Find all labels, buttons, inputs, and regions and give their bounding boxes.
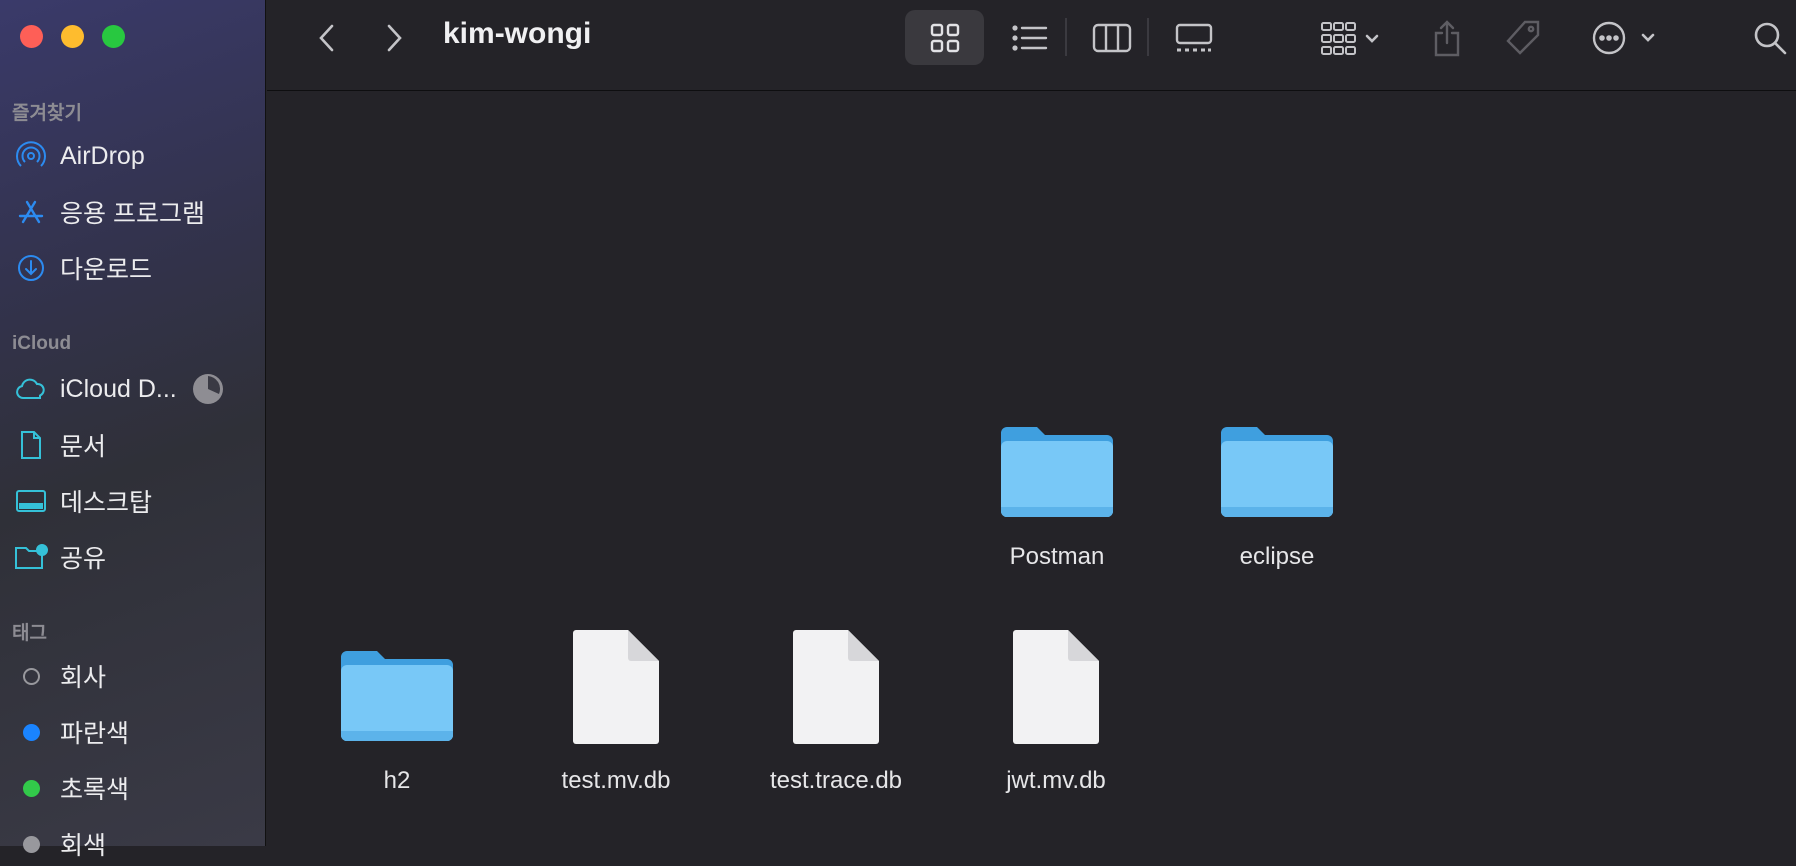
sidebar-item-shared[interactable]: 공유: [14, 535, 257, 579]
more-icon[interactable]: [1584, 0, 1664, 76]
file-name: test.mv.db: [561, 767, 671, 794]
sidebar-tag-gray[interactable]: 회색: [14, 822, 257, 866]
zoom-button[interactable]: [102, 25, 125, 48]
sidebar-item-desktop[interactable]: 데스크탑: [14, 479, 257, 523]
toolbar-divider: [1147, 18, 1149, 56]
file-name: eclipse: [1239, 543, 1315, 570]
icon-view-icon[interactable]: [905, 0, 984, 76]
sidebar-item-label: 회사: [60, 664, 107, 692]
file-item-folder[interactable]: eclipse: [1192, 391, 1362, 571]
sidebar-item-label: 응용 프로그램: [60, 200, 205, 228]
file-name: jwt.mv.db: [1006, 767, 1106, 794]
sidebar-item-label: 데스크탑: [60, 489, 153, 517]
sidebar-item-label: 파란색: [60, 720, 130, 748]
applications-icon: [14, 197, 48, 227]
window-title: kim-wongi: [443, 17, 592, 50]
group-icon[interactable]: [1310, 0, 1390, 76]
tag-icon[interactable]: [1498, 0, 1548, 76]
tag-blue-dot-icon: [14, 717, 48, 747]
airdrop-icon: [14, 141, 48, 171]
sidebar-item-label: AirDrop: [60, 141, 145, 170]
sidebar-item-downloads[interactable]: 다운로드: [14, 246, 257, 290]
back-icon[interactable]: [307, 0, 347, 76]
sidebar-item-label: 다운로드: [60, 256, 153, 284]
sidebar: 즐겨찾기 AirDrop 응용 프로그램 다운로드 iCloud iCloud …: [0, 0, 266, 860]
column-view-icon[interactable]: [1082, 0, 1142, 76]
gallery-view-icon[interactable]: [1164, 0, 1224, 76]
desktop-icon: [14, 486, 48, 516]
sidebar-item-label: 공유: [60, 545, 107, 573]
file-name: test.trace.db: [769, 767, 903, 794]
folder-icon: [972, 391, 1142, 521]
search-icon[interactable]: [1745, 0, 1795, 76]
share-icon[interactable]: [1422, 0, 1472, 76]
tags-header: 태그: [12, 623, 47, 644]
sidebar-tag-company[interactable]: 회사: [14, 654, 257, 698]
toolbar-divider: [1065, 18, 1067, 56]
forward-icon[interactable]: [374, 0, 414, 76]
document-icon: [14, 430, 48, 460]
sidebar-item-label: 문서: [60, 433, 107, 461]
file-item-document[interactable]: test.trace.db: [751, 615, 921, 795]
tag-green-dot-icon: [14, 773, 48, 803]
sidebar-item-label: 초록색: [60, 776, 130, 804]
list-view-icon[interactable]: [1000, 0, 1060, 76]
sidebar-item-icloud-drive[interactable]: iCloud D...: [14, 367, 257, 411]
icloud-icon: [14, 374, 48, 404]
document-file-icon: [971, 615, 1141, 745]
shared-folder-icon: [14, 542, 48, 572]
sidebar-item-label: iCloud D...: [60, 374, 177, 403]
document-file-icon: [531, 615, 701, 745]
downloads-icon: [14, 253, 48, 283]
window-controls: [20, 25, 125, 48]
sidebar-item-applications[interactable]: 응용 프로그램: [14, 190, 257, 234]
file-name: h2: [383, 767, 411, 794]
file-item-document[interactable]: jwt.mv.db: [971, 615, 1141, 795]
sidebar-item-documents[interactable]: 문서: [14, 423, 257, 467]
toolbar: kim-wongi: [267, 0, 1796, 91]
close-button[interactable]: [20, 25, 43, 48]
sync-progress-icon: [193, 374, 223, 404]
tag-gray-dot-icon: [14, 829, 48, 859]
file-item-folder[interactable]: Postman: [972, 391, 1142, 571]
minimize-button[interactable]: [61, 25, 84, 48]
file-grid: Postman eclipse h2 test.mv.db test.trace…: [267, 91, 1796, 846]
file-name: Postman: [1009, 543, 1105, 570]
folder-icon: [1192, 391, 1362, 521]
favorites-header: 즐겨찾기: [12, 103, 82, 124]
file-item-folder[interactable]: h2: [312, 615, 482, 795]
sidebar-item-label: 회색: [60, 832, 107, 860]
tag-outline-icon: [14, 661, 48, 691]
icloud-header: iCloud: [12, 333, 72, 354]
file-item-document[interactable]: test.mv.db: [531, 615, 701, 795]
document-file-icon: [751, 615, 921, 745]
sidebar-tag-blue[interactable]: 파란색: [14, 710, 257, 754]
sidebar-item-airdrop[interactable]: AirDrop: [14, 134, 257, 178]
sidebar-tag-green[interactable]: 초록색: [14, 766, 257, 810]
folder-icon: [312, 615, 482, 745]
